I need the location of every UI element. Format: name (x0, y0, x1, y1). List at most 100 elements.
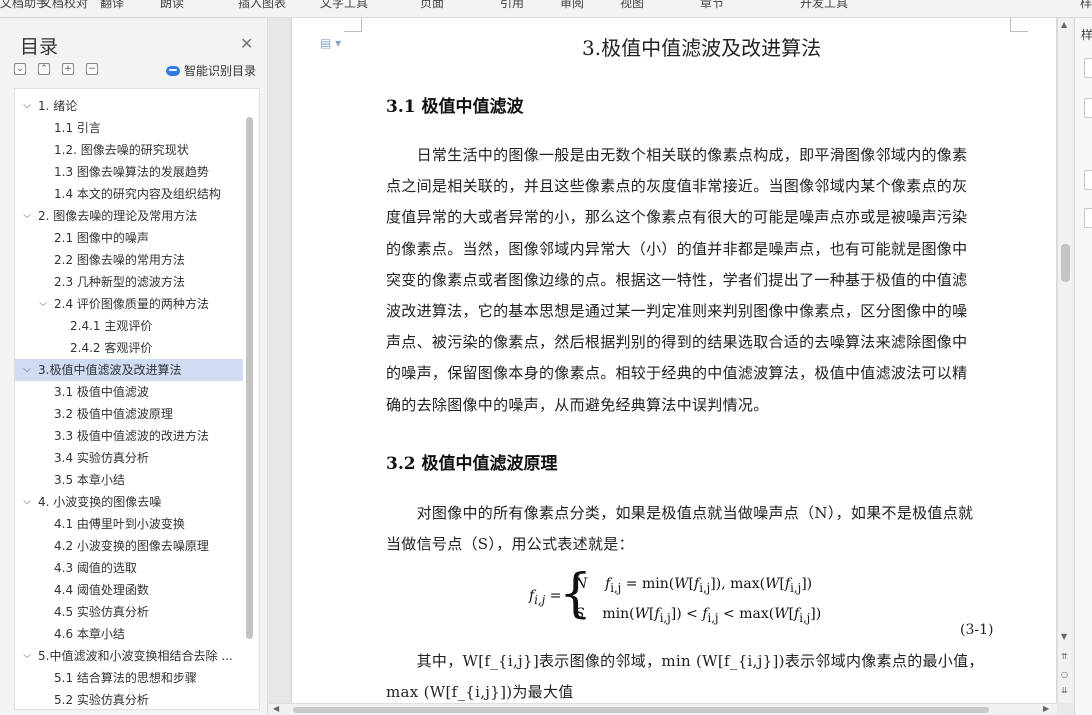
paragraph-3: 其中，W[f_{i,j}]表示图像的邻域，min (W[f_{i,j}])表示邻… (386, 646, 996, 703)
toc-item-label: 3.4 实验仿真分析 (54, 451, 149, 465)
style-box[interactable] (1084, 208, 1092, 228)
toc-scrollbar[interactable] (246, 117, 253, 639)
toc-item-label: 2.4.2 客观评价 (70, 341, 153, 355)
toolbar-item[interactable]: 文档校对 (40, 0, 88, 11)
toc-list: ⌵ 1. 绪论 1.1 引言 1.2. 图像去噪的研究现状 1.3 图像去噪算法的发展趋… (15, 95, 243, 709)
toc-item[interactable]: 2.4.2 客观评价 (15, 337, 243, 359)
margin-mark (1010, 18, 1028, 32)
toc-item[interactable]: ⌵ 5.中值滤波和小波变换相结合去除 ... (15, 645, 243, 667)
toc-item-label: 2.1 图像中的噪声 (54, 231, 149, 245)
chevron-down-icon[interactable]: ⌵ (21, 645, 33, 667)
toc-item[interactable]: 4.4 阈值处理函数 (15, 579, 243, 601)
toc-item[interactable]: 4.5 实验仿真分析 (15, 601, 243, 623)
toolbar-item[interactable]: 朗读 (160, 0, 184, 11)
scroll-up-icon[interactable]: ▲ (1061, 20, 1067, 29)
toc-item-label: 3.5 本章小结 (54, 473, 125, 487)
margin-mark (344, 18, 362, 32)
text-line: 度值异常的大或者异常的小，那么这个像素点有很大的可能是噪声点亦或是被噪声污染 (386, 208, 968, 227)
formula-row-1: N fi,j = min(W[fi,j]), max(W[fi,j]) (575, 576, 813, 595)
toc-item[interactable]: ⌵ 4. 小波变换的图像去噪 (15, 491, 243, 513)
toc-item[interactable]: ⌵ 3.极值中值滤波及改进算法 (15, 359, 243, 381)
toc-item[interactable]: 4.1 由傅里叶到小波变换 (15, 513, 243, 535)
toc-item[interactable]: 4.3 阈值的选取 (15, 557, 243, 579)
toc-item[interactable]: 3.3 极值中值滤波的改进方法 (15, 425, 243, 447)
formula-row-2: S min(W[fi,j]) < fi,j < max(W[fi,j]) (575, 606, 822, 625)
toolbar-item[interactable]: 页面 (420, 0, 444, 11)
scroll-down-icon[interactable]: ▼ (1061, 632, 1067, 641)
scroll-right-icon[interactable]: ▶ (1043, 704, 1049, 713)
toolbar-item[interactable]: 引用 (500, 0, 524, 11)
text-line: 的像素点。当然，图像邻域内异常大（小）的值并非都是噪声点，也有可能就是图像中 (386, 239, 968, 258)
close-icon[interactable]: ✕ (240, 34, 253, 53)
select-browse-icon[interactable]: ○ (1061, 670, 1068, 679)
document-page[interactable]: ▤ ▾ 3.极值中值滤波及改进算法 3.1 极值中值滤波 日常生活中的图像一般是… (292, 18, 1056, 703)
toolbar-item[interactable]: 文字工具 (320, 0, 368, 11)
style-box[interactable] (1084, 98, 1092, 118)
toolbar-item[interactable]: 视图 (620, 0, 644, 11)
chevron-down-icon[interactable]: ⌵ (37, 293, 49, 315)
text-line: 的噪声，保留图像本身的像素点。相较于经典的中值滤波算法，极值中值滤波法可以精 (386, 364, 968, 383)
text-line: 日常生活中的图像一般是由无数个相关联的像素点构成，即平滑图像邻域内的像素 (386, 146, 968, 164)
right-pane-label: 样 (1081, 28, 1092, 42)
page-tool-icon[interactable]: ▤ ▾ (320, 36, 341, 50)
document-hscrollbar[interactable]: ◀ ▶ (269, 703, 1057, 715)
scroll-left-icon[interactable]: ◀ (273, 704, 279, 713)
toc-item-label: 3.极值中值滤波及改进算法 (38, 363, 182, 377)
toc-item-label: 5.中值滤波和小波变换相结合去除 ... (38, 649, 233, 663)
right-style-pane: 样 (1074, 18, 1092, 715)
toc-item[interactable]: 2.3 几种新型的滤波方法 (15, 271, 243, 293)
toc-item[interactable]: ⌵ 2. 图像去噪的理论及常用方法 (15, 205, 243, 227)
hscroll-thumb[interactable] (293, 707, 989, 713)
toc-item[interactable]: 3.5 本章小结 (15, 469, 243, 491)
style-box[interactable] (1084, 170, 1092, 190)
paragraph-1: 日常生活中的图像一般是由无数个相关联的像素点构成，即平滑图像邻域内的像素 点之间是… (386, 140, 996, 421)
chevron-down-icon[interactable]: ⌵ (21, 491, 33, 513)
expand-up-icon[interactable]: ⌃ (38, 63, 50, 75)
toc-item[interactable]: 3.1 极值中值滤波 (15, 381, 243, 403)
toolbar-item[interactable]: 样式 (1080, 0, 1092, 11)
style-box[interactable] (1084, 58, 1092, 78)
toolbar-item[interactable]: 翻译 (100, 0, 124, 11)
toc-item[interactable]: 1.1 引言 (15, 117, 243, 139)
toc-item[interactable]: 2.2 图像去噪的常用方法 (15, 249, 243, 271)
chevron-down-icon[interactable]: ⌵ (21, 205, 33, 227)
toc-item-label: 5.2 实验仿真分析 (54, 693, 149, 707)
toc-item[interactable]: 1.2. 图像去噪的研究现状 (15, 139, 243, 161)
vscroll-thumb[interactable] (1061, 244, 1070, 282)
page-down-icon[interactable]: ⇊ (1061, 686, 1068, 695)
toc-item[interactable]: 2.4.1 主观评价 (15, 315, 243, 337)
chevron-down-icon[interactable]: ⌵ (21, 95, 33, 117)
smart-toc-button[interactable]: 智能识别目录 (166, 62, 256, 79)
chevron-down-icon[interactable]: ⌵ (21, 359, 33, 381)
top-toolbar: 文档助手文档校对翻译朗读插入图表文字工具页面引用审阅视图章节开发工具样式 (0, 0, 1092, 18)
document-vscrollbar[interactable]: ▲ ▼ ⇈ ○ ⇊ (1057, 18, 1073, 703)
remove-heading-icon[interactable]: − (86, 63, 98, 75)
toc-item-label: 1.1 引言 (54, 121, 101, 135)
toc-item-label: 1.3 图像去噪算法的发展趋势 (54, 165, 209, 179)
toolbar-item[interactable]: 插入图表 (238, 0, 286, 11)
toc-item-label: 2.2 图像去噪的常用方法 (54, 253, 185, 267)
toc-item[interactable]: 4.6 本章小结 (15, 623, 243, 645)
toc-item[interactable]: 4.2 小波变换的图像去噪原理 (15, 535, 243, 557)
equation-number: (3-1) (960, 622, 994, 638)
toc-item-label: 1. 绪论 (38, 99, 78, 113)
toolbar-item[interactable]: 开发工具 (800, 0, 848, 11)
toc-item[interactable]: ⌵ 1. 绪论 (15, 95, 243, 117)
toc-item[interactable]: 1.4 本文的研究内容及组织结构 (15, 183, 243, 205)
toc-item-label: 5.1 结合算法的思想和步骤 (54, 671, 197, 685)
toc-item[interactable]: ⌵ 2.4 评价图像质量的两种方法 (15, 293, 243, 315)
toolbar-item[interactable]: 章节 (700, 0, 724, 11)
toc-item-label: 4.1 由傅里叶到小波变换 (54, 517, 185, 531)
toc-item[interactable]: 5.1 结合算法的思想和步骤 (15, 667, 243, 689)
toc-item[interactable]: 2.1 图像中的噪声 (15, 227, 243, 249)
toc-item[interactable]: 3.4 实验仿真分析 (15, 447, 243, 469)
toc-item[interactable]: 3.2 极值中值滤波原理 (15, 403, 243, 425)
page-up-icon[interactable]: ⇈ (1061, 652, 1068, 661)
doc-heading-3-1: 3.1 极值中值滤波 (386, 97, 524, 117)
toolbar-item[interactable]: 审阅 (560, 0, 584, 11)
add-heading-icon[interactable]: + (62, 63, 74, 75)
toc-item[interactable]: 1.3 图像去噪算法的发展趋势 (15, 161, 243, 183)
collapse-all-icon[interactable]: ⌄ (14, 63, 26, 75)
text-line: 突变的像素点或者图像边缘的点。根据这一特性，学者们提出了一种基于极值的中值滤 (386, 270, 968, 289)
toc-item[interactable]: 5.2 实验仿真分析 (15, 689, 243, 709)
